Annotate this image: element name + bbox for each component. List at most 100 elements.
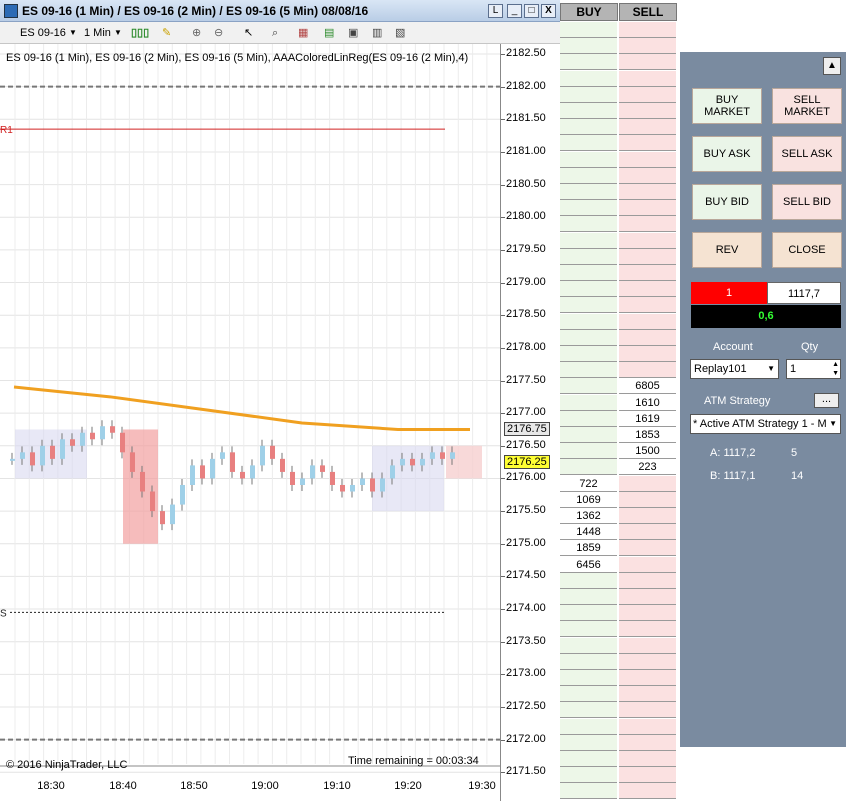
- stepper-arrows-icon[interactable]: ▲ ▼: [832, 360, 839, 378]
- settings-icon[interactable]: ▧: [395, 25, 405, 41]
- sell-cell[interactable]: [619, 751, 676, 767]
- buy-cell[interactable]: [560, 783, 617, 800]
- sell-cell[interactable]: [619, 248, 676, 265]
- sell-cell[interactable]: [619, 297, 676, 314]
- sell-cell[interactable]: [619, 508, 676, 524]
- buy-cell[interactable]: [560, 216, 617, 233]
- sell-cell[interactable]: [619, 265, 676, 281]
- sell-cell[interactable]: [619, 362, 676, 379]
- indicators-icon[interactable]: ▦: [298, 25, 308, 41]
- interval-dropdown-icon[interactable]: ▼: [114, 25, 122, 41]
- buy-cell[interactable]: [560, 248, 617, 265]
- sell-cell[interactable]: [619, 540, 676, 557]
- dom-ladder[interactable]: BUY SELL 6805 1610 1619 1853 1500 223 722 1069 1…: [560, 0, 678, 801]
- buy-cell[interactable]: [560, 718, 617, 735]
- sell-cell[interactable]: [619, 783, 676, 800]
- sell-cell[interactable]: 6805: [619, 378, 676, 395]
- sell-cell[interactable]: [619, 135, 676, 152]
- strategies-icon[interactable]: ▤: [324, 25, 334, 41]
- sell-cell[interactable]: [619, 151, 676, 168]
- sell-cell[interactable]: [619, 475, 676, 492]
- zoom-in-icon[interactable]: ⊕: [192, 25, 201, 41]
- sell-cell[interactable]: [619, 216, 676, 233]
- sell-cell[interactable]: [619, 313, 676, 330]
- sell-cell[interactable]: [619, 54, 676, 71]
- price-chart[interactable]: 18:30 18:40 18:50 19:00 19:10 19:20 19:30 R1 S: [0, 44, 500, 801]
- buy-cell[interactable]: [560, 232, 617, 249]
- data-box-icon[interactable]: ▣: [348, 25, 358, 41]
- sell-cell[interactable]: 223: [619, 459, 676, 476]
- sell-cell[interactable]: [619, 281, 676, 298]
- quantity-stepper[interactable]: 1 ▲ ▼: [786, 359, 841, 379]
- sell-cell[interactable]: [619, 572, 676, 589]
- buy-cell[interactable]: [560, 459, 617, 476]
- close-position-button[interactable]: CLOSE: [772, 232, 842, 268]
- sell-cell[interactable]: [619, 686, 676, 703]
- sell-cell[interactable]: [619, 734, 676, 751]
- sell-ask-button[interactable]: SELL ASK: [772, 136, 842, 172]
- restore-button[interactable]: L: [488, 4, 503, 18]
- sell-cell[interactable]: [619, 86, 676, 103]
- buy-cell[interactable]: [560, 86, 617, 103]
- buy-cell[interactable]: [560, 329, 617, 346]
- minimize-button[interactable]: _: [507, 4, 522, 18]
- buy-cell[interactable]: [560, 767, 617, 784]
- chart-panel[interactable]: 18:30 18:40 18:50 19:00 19:10 19:20 19:30 R1 S E…: [0, 44, 560, 801]
- buy-cell[interactable]: [560, 589, 617, 605]
- instrument-selector[interactable]: ES 09-16: [20, 25, 66, 41]
- interval-selector[interactable]: 1 Min: [84, 25, 111, 41]
- sell-cell[interactable]: [619, 637, 676, 654]
- buy-cell[interactable]: [560, 200, 617, 217]
- buy-cell[interactable]: 6456: [560, 556, 617, 573]
- buy-cell[interactable]: [560, 362, 617, 379]
- sell-cell[interactable]: [619, 119, 676, 136]
- buy-cell[interactable]: [560, 184, 617, 200]
- sell-cell[interactable]: [619, 70, 676, 87]
- buy-cell[interactable]: [560, 410, 617, 427]
- sell-cell[interactable]: [619, 718, 676, 735]
- buy-cell[interactable]: [560, 103, 617, 119]
- buy-market-button[interactable]: BUY MARKET: [692, 88, 762, 124]
- buy-cell[interactable]: [560, 70, 617, 87]
- sell-cell[interactable]: [619, 329, 676, 346]
- buy-cell[interactable]: [560, 702, 617, 719]
- sell-cell[interactable]: [619, 103, 676, 119]
- collapse-up-icon[interactable]: ▲: [823, 57, 841, 75]
- sell-cell[interactable]: [619, 702, 676, 719]
- cursor-icon[interactable]: ↖: [244, 25, 253, 41]
- sell-cell[interactable]: [619, 200, 676, 217]
- buy-cell[interactable]: [560, 443, 617, 460]
- buy-cell[interactable]: [560, 751, 617, 767]
- search-icon[interactable]: ⌕: [272, 25, 278, 41]
- buy-cell[interactable]: [560, 135, 617, 152]
- sell-cell[interactable]: [619, 346, 676, 362]
- buy-cell[interactable]: [560, 378, 617, 395]
- buy-cell[interactable]: [560, 167, 617, 184]
- properties-icon[interactable]: ▥: [372, 25, 382, 41]
- sell-cell[interactable]: [619, 767, 676, 784]
- reverse-button[interactable]: REV: [692, 232, 762, 268]
- sell-market-button[interactable]: SELL MARKET: [772, 88, 842, 124]
- sell-cell[interactable]: 1619: [619, 410, 676, 427]
- sell-cell[interactable]: [619, 653, 676, 670]
- buy-cell[interactable]: [560, 605, 617, 622]
- buy-cell[interactable]: [560, 670, 617, 686]
- buy-cell[interactable]: [560, 346, 617, 362]
- sell-cell[interactable]: [619, 22, 676, 38]
- buy-cell[interactable]: 1362: [560, 508, 617, 524]
- sell-cell[interactable]: 1610: [619, 394, 676, 411]
- sell-cell[interactable]: [619, 167, 676, 184]
- buy-cell[interactable]: [560, 313, 617, 330]
- account-dropdown-icon[interactable]: ▼: [767, 360, 775, 378]
- buy-cell[interactable]: [560, 54, 617, 71]
- sell-cell[interactable]: [619, 621, 676, 638]
- price-axis[interactable]: 2182.50 2182.00 2181.50 2181.00 2180.50 2180.…: [500, 44, 560, 801]
- chart-style-icon[interactable]: ▯▯▯: [131, 25, 149, 41]
- close-button[interactable]: X: [541, 4, 556, 18]
- sell-cell[interactable]: 1500: [619, 443, 676, 460]
- buy-cell[interactable]: [560, 151, 617, 168]
- sell-cell[interactable]: [619, 605, 676, 622]
- buy-cell[interactable]: 1859: [560, 540, 617, 557]
- sell-cell[interactable]: [619, 524, 676, 541]
- sell-cell[interactable]: [619, 232, 676, 249]
